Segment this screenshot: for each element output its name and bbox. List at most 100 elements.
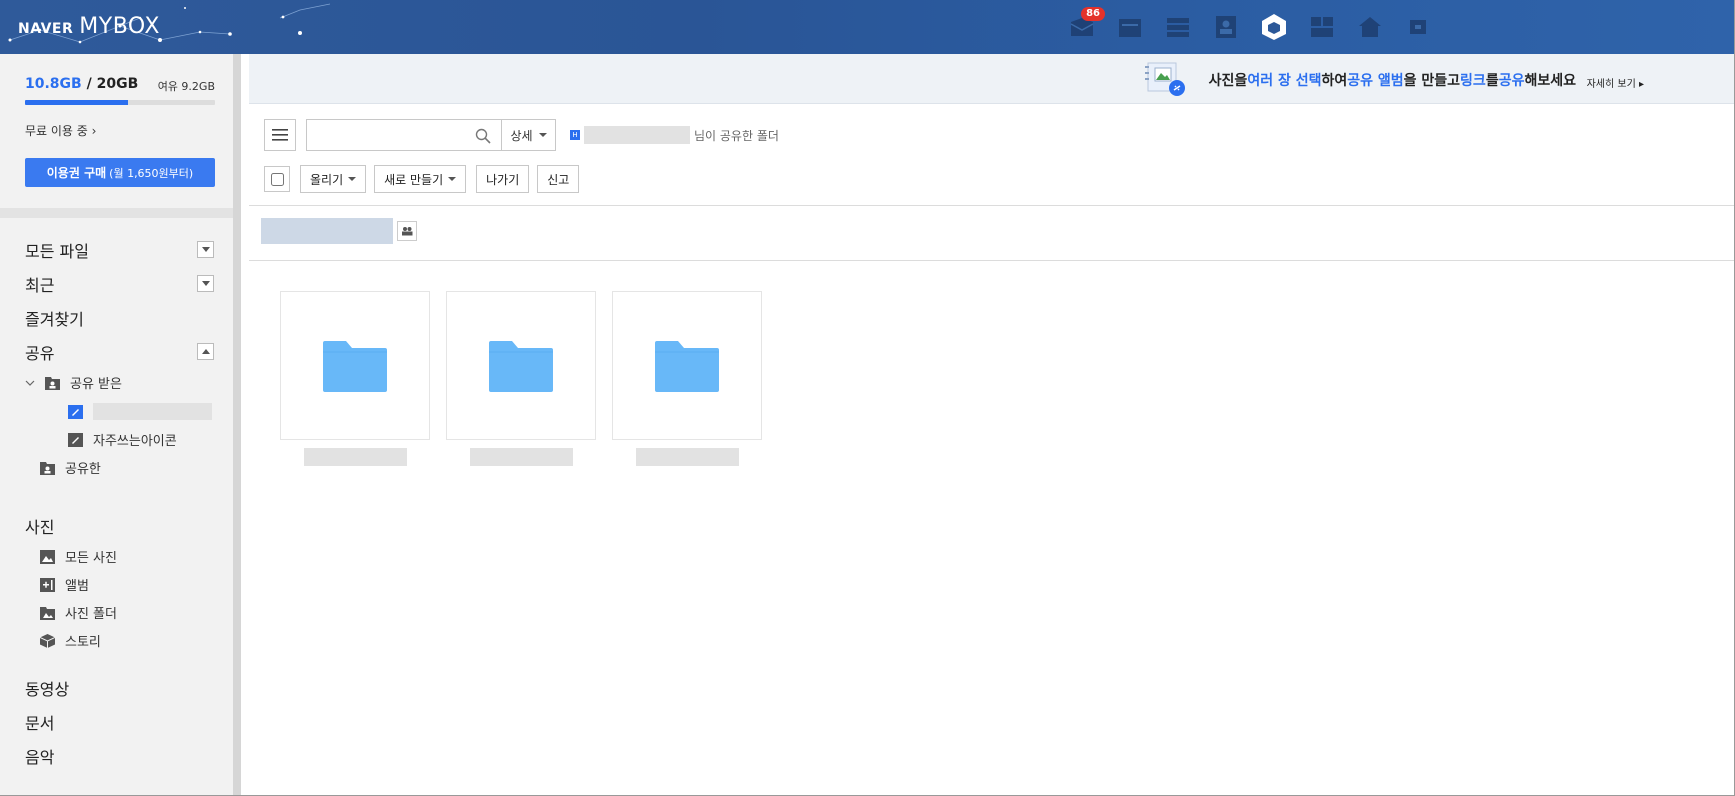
more-icon[interactable]	[1401, 10, 1435, 44]
shared-toggle[interactable]	[197, 343, 214, 360]
owner-suffix: 님이 공유한 폴더	[694, 128, 779, 143]
nav-all-files[interactable]: 모든 파일	[25, 238, 89, 262]
nav-album[interactable]: 앨범	[40, 575, 89, 594]
storage-bar	[25, 100, 215, 105]
storage-total: 20GB	[96, 76, 139, 92]
nav-favorites[interactable]: 즐겨찾기	[25, 306, 84, 330]
photo-folder-icon	[40, 606, 55, 620]
storage-bar-fill	[25, 100, 128, 105]
leave-button[interactable]: 나가기	[476, 165, 530, 193]
upload-label: 올리기	[310, 172, 344, 187]
folder-thumbnail[interactable]	[280, 291, 430, 440]
folder-card[interactable]	[612, 291, 762, 466]
contacts-icon[interactable]	[1209, 10, 1243, 44]
action-toolbar: 올리기 새로 만들기 나가기 신고	[264, 165, 580, 193]
redacted-folder-title	[261, 218, 393, 244]
mybox-logo[interactable]: NAVER MYBOX	[18, 14, 160, 39]
banner-more-link[interactable]: 자세히 보기 ▸	[1587, 75, 1644, 90]
folder-icon	[323, 340, 387, 392]
detail-label: 상세	[510, 128, 533, 143]
folder-card[interactable]	[280, 291, 430, 466]
nav-shared-folder-selected[interactable]	[68, 403, 212, 420]
detail-search-button[interactable]: 상세	[502, 119, 556, 151]
nav-shared-received[interactable]: 공유 받은	[25, 373, 122, 392]
folder-thumbnail[interactable]	[612, 291, 762, 440]
nav-recent[interactable]: 최근	[25, 272, 54, 296]
shared-album-icon	[1145, 62, 1185, 96]
share-members-button[interactable]	[397, 221, 417, 241]
album-icon	[40, 577, 55, 592]
banner-highlight-1: 여러 장 선택	[1247, 73, 1322, 89]
caret-down-icon	[448, 177, 457, 181]
caret-down-icon	[538, 133, 547, 137]
plan-status[interactable]: 무료 이용 중 ›	[25, 122, 96, 139]
recent-toggle[interactable]	[197, 275, 214, 292]
new-label: 새로 만들기	[384, 172, 444, 187]
nav-photos[interactable]: 사진	[25, 514, 54, 538]
edit-folder-icon	[68, 432, 83, 447]
current-folder-path	[261, 218, 417, 244]
banner-message[interactable]: 사진을 여러 장 선택 하여 공유 앨범 을 만들고 링크 를 공유 해보세요	[1209, 70, 1576, 90]
list-icon[interactable]	[1161, 10, 1195, 44]
nav-video[interactable]: 동영상	[25, 676, 69, 700]
folder-card[interactable]	[446, 291, 596, 466]
keep-icon[interactable]	[1305, 10, 1339, 44]
caret-down-icon	[348, 177, 357, 181]
search-icon[interactable]	[475, 128, 491, 144]
select-all-checkbox[interactable]	[270, 172, 284, 186]
storage-separator: /	[81, 76, 97, 92]
plan-label: 무료 이용 중	[25, 124, 88, 138]
chevron-up-icon	[201, 349, 210, 354]
report-button[interactable]: 신고	[537, 165, 580, 193]
buy-sub-label: (월 1,650원부터)	[109, 166, 194, 180]
banner-highlight-3: 링크	[1460, 73, 1486, 89]
nav-frequent-icons[interactable]: 자주쓰는아이콘	[68, 430, 177, 449]
redacted-folder-label	[635, 448, 739, 466]
sidebar: 10.8GB / 20GB 여유 9.2GB 무료 이용 중 › 이용권 구매 …	[0, 54, 241, 796]
cube-icon	[40, 633, 55, 648]
nav-story[interactable]: 스토리	[40, 631, 101, 650]
naver-brand: NAVER	[18, 21, 74, 37]
redacted-folder-label	[469, 448, 573, 466]
mybox-icon[interactable]	[1257, 10, 1291, 44]
frequent-icons-label: 자주쓰는아이콘	[93, 434, 177, 449]
nav-music[interactable]: 음악	[25, 744, 54, 768]
top-header: NAVER MYBOX 86	[0, 0, 1735, 54]
upload-button[interactable]: 올리기	[300, 165, 367, 193]
view-menu-button[interactable]	[264, 119, 296, 151]
mail-icon[interactable]: 86	[1065, 7, 1105, 44]
nav-documents[interactable]: 문서	[25, 710, 54, 734]
mybox-brand: MYBOX	[79, 14, 160, 39]
search-box	[306, 119, 502, 151]
calendar-icon[interactable]	[1113, 10, 1147, 44]
nav-all-photos[interactable]: 모든 사진	[40, 547, 117, 566]
chevron-down-icon	[25, 380, 35, 386]
nav-photo-folders[interactable]: 사진 폴더	[40, 603, 117, 622]
nav-shared-by-me[interactable]: 공유한	[40, 458, 101, 477]
mail-badge: 86	[1081, 7, 1105, 21]
app-launcher: 86	[1065, 7, 1435, 44]
house-icon[interactable]	[1353, 10, 1387, 44]
folder-thumbnail[interactable]	[446, 291, 596, 440]
shared-folder-icon	[45, 376, 60, 390]
sidebar-scrollbar[interactable]	[233, 54, 241, 796]
leave-label: 나가기	[486, 172, 520, 187]
shared-received-label: 공유 받은	[70, 377, 122, 392]
folder-grid	[280, 291, 762, 466]
owner-avatar-icon: H	[570, 130, 580, 140]
sidebar-divider	[0, 208, 241, 218]
shared-folder-icon	[40, 461, 55, 475]
banner-highlight-4: 공유	[1498, 73, 1525, 89]
redacted-folder-name	[93, 403, 212, 420]
banner-highlight-2: 공유 앨범	[1347, 73, 1404, 89]
search-input[interactable]	[307, 120, 467, 150]
buy-plan-button[interactable]: 이용권 구매 (월 1,650원부터)	[25, 158, 215, 187]
new-button[interactable]: 새로 만들기	[374, 165, 467, 193]
all-files-toggle[interactable]	[197, 241, 214, 258]
nav-shared[interactable]: 공유	[25, 340, 54, 364]
banner-text-3: 을 만들고	[1403, 73, 1461, 89]
path-divider	[249, 260, 1734, 261]
select-all-box	[264, 166, 290, 192]
banner-text-2: 하여	[1321, 73, 1348, 89]
search-toolbar: 상세 H 님이 공유한 폴더	[264, 119, 779, 151]
